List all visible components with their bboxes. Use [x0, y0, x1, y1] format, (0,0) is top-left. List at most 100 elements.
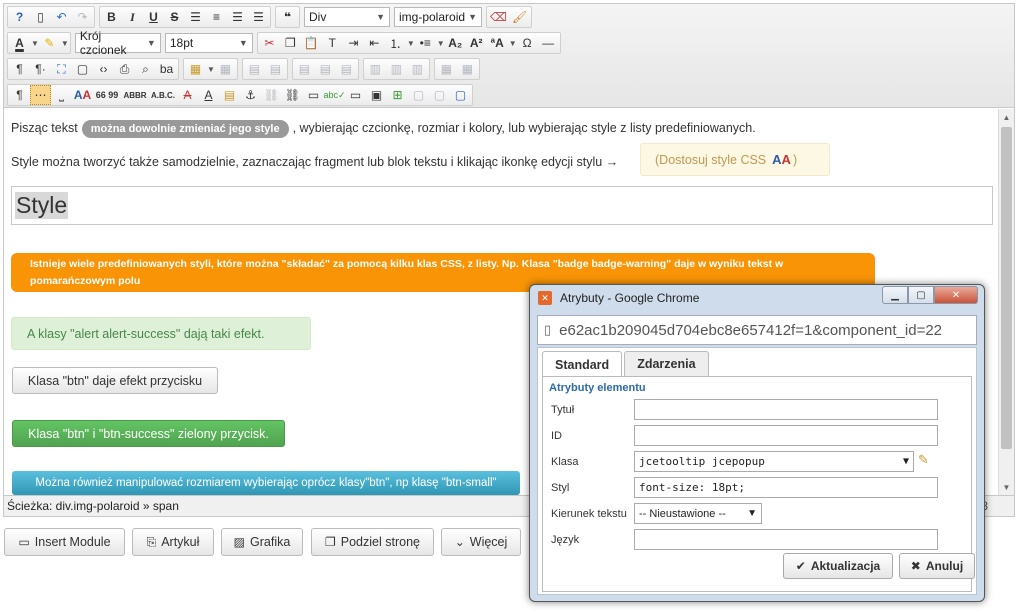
paragraph-rtl-icon[interactable]: ¶· — [30, 59, 51, 79]
paste-icon[interactable]: 📋 — [301, 33, 322, 53]
split-cells-icon[interactable]: ▦ — [436, 59, 457, 79]
replace-icon[interactable]: ba — [156, 59, 177, 79]
media-icon[interactable]: ▣ — [366, 85, 387, 105]
new-document-icon[interactable]: ▯ — [30, 7, 51, 27]
close-icon[interactable]: ✕ — [934, 286, 978, 304]
highlight-color-icon[interactable]: ✎ — [39, 33, 60, 53]
image-icon[interactable]: ▭ — [303, 85, 324, 105]
visual-chars-icon[interactable]: ¶ — [9, 85, 30, 105]
scroll-down-icon[interactable]: ▼ — [999, 479, 1014, 495]
style-edit-icon[interactable]: AA — [72, 85, 93, 105]
font-color-icon[interactable]: A — [9, 33, 30, 53]
chevron-down-icon[interactable]: ▼ — [407, 39, 415, 48]
chevron-down-icon[interactable]: ▼ — [61, 39, 69, 48]
link-icon[interactable]: ⛓ — [282, 85, 303, 105]
justify-icon[interactable]: ☰ — [185, 7, 206, 27]
align-center-icon[interactable]: ≡ — [206, 7, 227, 27]
subscript-icon[interactable]: A₂ — [445, 33, 466, 53]
insert-tag-icon[interactable]: A — [198, 85, 219, 105]
strikethrough-icon[interactable]: S — [164, 7, 185, 27]
spellcheck-icon[interactable]: abc✓ — [323, 85, 345, 105]
delete-tag-icon[interactable]: A — [177, 85, 198, 105]
class-select[interactable]: jcetooltip jcepopup ▼ — [634, 451, 914, 472]
horizontal-rule-icon[interactable]: — — [538, 33, 559, 53]
article-button[interactable]: ⎘ Artykuł — [132, 528, 214, 556]
vertical-scrollbar[interactable]: ▲ ▼ — [998, 109, 1014, 495]
quote-tag-icon[interactable]: 66 99 — [93, 85, 121, 105]
direction-select[interactable]: -- Nieustawione -- ▼ — [634, 503, 762, 524]
chevron-down-icon[interactable]: ▼ — [509, 39, 517, 48]
blockquote-icon[interactable]: ❝ — [277, 7, 298, 27]
bold-icon[interactable]: B — [101, 7, 122, 27]
demo-btn-success[interactable]: Klasa "btn" i "btn-success" zielony przy… — [12, 420, 285, 447]
insert-row-after-icon[interactable]: ▤ — [315, 59, 336, 79]
outdent-icon[interactable]: ⇤ — [364, 33, 385, 53]
superscript-icon[interactable]: A² — [466, 33, 487, 53]
tab-events[interactable]: Zdarzenia — [624, 351, 709, 376]
image-button[interactable]: ▨ Grafika — [221, 528, 303, 556]
cell-props-icon[interactable]: ▤ — [265, 59, 286, 79]
address-bar[interactable]: ▯ e62ac1b209045d704ebc8e657412f=1&compon… — [537, 315, 977, 345]
merge-cells-icon[interactable]: ▦ — [457, 59, 478, 79]
indent-icon[interactable]: ⇥ — [343, 33, 364, 53]
edit-class-icon[interactable]: ✎ — [918, 452, 934, 468]
chevron-down-icon[interactable]: ▼ — [31, 39, 39, 48]
source-code-icon[interactable]: ‹› — [93, 59, 114, 79]
acronym-tag-icon[interactable]: A.B.C. — [149, 85, 177, 105]
fullscreen-icon[interactable]: ⛶ — [51, 59, 72, 79]
redo-icon[interactable]: ↷ — [72, 7, 93, 27]
format-select[interactable]: Div ▼ — [304, 7, 390, 27]
scrollbar-thumb[interactable] — [1001, 127, 1012, 449]
paragraph-ltr-icon[interactable]: ¶ — [9, 59, 30, 79]
cancel-button[interactable]: ✖ Anuluj — [899, 553, 975, 579]
paste-text-icon[interactable]: T — [322, 33, 343, 53]
bullet-list-icon[interactable]: •≡ — [415, 33, 436, 53]
chevron-down-icon[interactable]: ▼ — [437, 39, 445, 48]
table-icon[interactable]: ▦ — [185, 59, 206, 79]
preview-icon[interactable]: ▢ — [72, 59, 93, 79]
add-template-icon[interactable]: ⊞ — [387, 85, 408, 105]
eraser-icon[interactable]: ⌫ — [488, 7, 509, 27]
minimize-icon[interactable]: ▁ — [882, 286, 908, 304]
more-button[interactable]: ⌄ Więcej — [441, 528, 521, 556]
format-painter-icon[interactable]: 🖌 — [509, 7, 530, 27]
insert-row-before-icon[interactable]: ▤ — [294, 59, 315, 79]
absolute-icon[interactable]: ▢ — [450, 85, 471, 105]
letter-case-icon[interactable]: ªA — [487, 33, 508, 53]
insert-col-after-icon[interactable]: ▥ — [386, 59, 407, 79]
print-icon[interactable]: ⎙ — [114, 59, 135, 79]
style-input[interactable]: font-size: 18pt; — [634, 477, 938, 498]
update-button[interactable]: ✔ Aktualizacja — [783, 553, 893, 579]
tab-standard[interactable]: Standard — [542, 351, 623, 377]
element-path[interactable]: Ścieżka: div.img-polaroid » span — [7, 499, 179, 513]
demo-btn-default[interactable]: Klasa "btn" daje efekt przycisku — [12, 367, 218, 394]
font-size-select[interactable]: 18pt ▼ — [164, 33, 253, 53]
demo-btn-info[interactable]: Można również manipulować rozmiarem wybi… — [12, 471, 520, 495]
maximize-icon[interactable]: ▢ — [908, 286, 934, 304]
align-right-icon[interactable]: ☰ — [248, 7, 269, 27]
numbered-list-icon[interactable]: ⒈ — [385, 33, 406, 53]
cut-icon[interactable]: ✂ — [259, 33, 280, 53]
anchor-icon[interactable]: ⚓ — [240, 85, 261, 105]
font-family-select[interactable]: Krój czcionek ▼ — [74, 29, 161, 57]
insert-col-before-icon[interactable]: ▥ — [365, 59, 386, 79]
non-breaking-icon[interactable]: ⎵ — [51, 85, 72, 105]
delete-row-icon[interactable]: ▤ — [336, 59, 357, 79]
layer-move-icon[interactable]: ▢ — [429, 85, 450, 105]
align-left-icon[interactable]: ☰ — [227, 7, 248, 27]
insert-module-button[interactable]: ▭ Insert Module — [4, 528, 125, 556]
delete-col-icon[interactable]: ▥ — [407, 59, 428, 79]
abbr-tag-icon[interactable]: ABBR — [121, 85, 149, 105]
italic-icon[interactable]: I — [122, 7, 143, 27]
pagebreak-button[interactable]: ❐ Podziel stronę — [311, 528, 434, 556]
search-icon[interactable]: ⌕ — [135, 59, 156, 79]
special-char-icon[interactable]: Ω — [517, 33, 538, 53]
unlink-icon[interactable]: ⛓ — [261, 85, 282, 105]
chevron-down-icon[interactable]: ▼ — [207, 65, 215, 74]
visual-aid-icon[interactable]: ⋯ — [30, 85, 51, 105]
underline-icon[interactable]: U — [143, 7, 164, 27]
title-input[interactable] — [634, 399, 938, 420]
scroll-up-icon[interactable]: ▲ — [999, 109, 1014, 125]
attributes-icon[interactable]: ▤ — [219, 85, 240, 105]
class-select[interactable]: img-polaroid ▼ — [394, 7, 482, 27]
